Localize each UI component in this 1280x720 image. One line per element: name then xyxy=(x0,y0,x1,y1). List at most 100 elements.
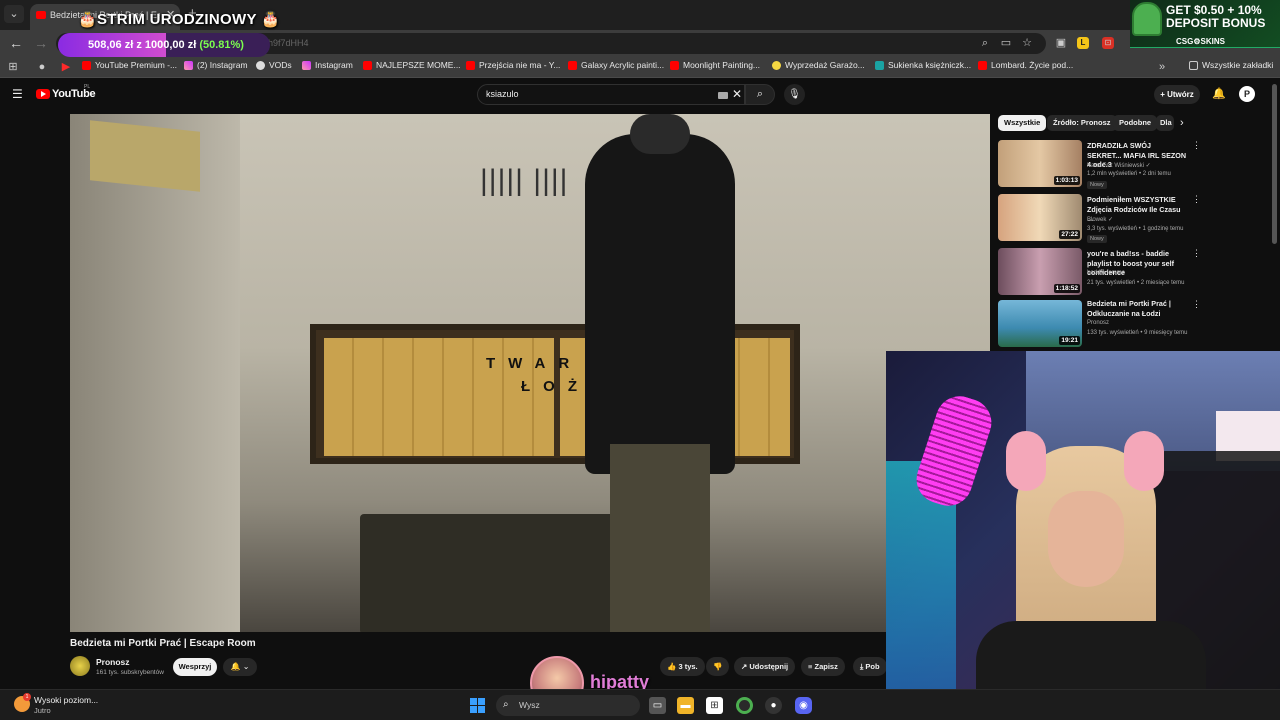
clear-search-icon[interactable]: ✕ xyxy=(732,87,742,101)
youtube-icon xyxy=(466,60,475,70)
rec-meta-4: 133 tys. wyświetleń • 9 miesięcy temu xyxy=(1087,330,1188,336)
play-triangle-icon xyxy=(41,91,46,97)
rec-channel-3[interactable]: baddie femme xyxy=(1087,270,1125,276)
bookmark-sukienka[interactable]: Sukienka księżniczk... xyxy=(875,60,971,70)
rec-title-4[interactable]: Bedzieta mi Portki Prać | Odkluczanie na… xyxy=(1087,299,1187,318)
video-wall xyxy=(70,114,240,632)
ad-brand: CSG⚙SKINS xyxy=(1176,37,1225,46)
search-input[interactable]: ksiazulo ✕ xyxy=(477,84,745,105)
weather-text[interactable]: Wysoki poziom... xyxy=(34,695,98,705)
rec-channel-2[interactable]: Blowek ✓ xyxy=(1087,216,1113,223)
chip-similar[interactable]: Podobne xyxy=(1113,115,1158,131)
bookmark-youtube-premium[interactable]: YouTube Premium -... xyxy=(82,60,177,70)
streamer-webcam xyxy=(886,351,1280,689)
save-playlist-icon: ≡ xyxy=(808,662,813,671)
rec-more-icon[interactable]: ⋮ xyxy=(1192,299,1201,310)
thumbs-up-icon: 👍 xyxy=(667,662,677,671)
folder-icon xyxy=(1189,60,1198,70)
youtube-bookmark-icon[interactable]: ▶ xyxy=(58,59,74,75)
discord-icon[interactable]: ◉ xyxy=(795,697,812,714)
like-button[interactable]: 👍 3 tys. xyxy=(660,657,705,676)
account-avatar[interactable]: P xyxy=(1239,86,1255,102)
windows-start-icon[interactable] xyxy=(470,698,485,713)
rec-more-icon[interactable]: ⋮ xyxy=(1192,140,1201,151)
youtube-header: ☰ YouTube PL ksiazulo ✕ ⌕ 🎙 + Utwórz 🔔 P xyxy=(0,78,1280,112)
webcam-shirt xyxy=(976,621,1206,689)
channel-avatar[interactable] xyxy=(70,656,90,676)
hamburger-menu-icon[interactable]: ☰ xyxy=(12,87,23,101)
share-button[interactable]: ↗ Udostępnij xyxy=(734,657,796,676)
bookmark-galaxy[interactable]: Galaxy Acrylic painti... xyxy=(568,60,664,70)
bookmark-moonlight[interactable]: Moonlight Painting... xyxy=(670,60,760,70)
rec-thumbnail-3[interactable]: 1:18:52 xyxy=(998,248,1082,295)
task-view-icon[interactable]: ▭ xyxy=(649,697,666,714)
ad-line-1: GET $0.50 + 10% xyxy=(1166,3,1262,17)
zoom-icon[interactable]: ⌕ xyxy=(977,35,993,51)
rec-channel-1[interactable]: Karol Friz Wiśniewski ✓ xyxy=(1087,162,1151,169)
chip-source-pronosz[interactable]: Źródło: Pronosz xyxy=(1047,115,1117,131)
chip-all[interactable]: Wszystkie xyxy=(998,115,1047,131)
search-button[interactable]: ⌕ xyxy=(745,84,775,105)
file-explorer-icon[interactable]: ▬ xyxy=(677,697,694,714)
forward-arrow-icon[interactable]: → xyxy=(34,35,48,51)
video-hoodie xyxy=(585,134,735,474)
voice-search-mic-icon[interactable]: 🎙 xyxy=(784,84,805,105)
channel-subscribers: 161 tys. subskrybentów xyxy=(96,669,164,676)
rec-more-icon[interactable]: ⋮ xyxy=(1192,248,1201,259)
all-bookmarks[interactable]: Wszystkie zakładki xyxy=(1189,60,1273,70)
ad-mascot xyxy=(1132,2,1162,36)
notifications-bell-icon[interactable]: 🔔 xyxy=(1212,87,1226,100)
bell-icon: 🔔 xyxy=(230,662,241,671)
stream-title-overlay: 🎂STRIM URODZINOWY 🎂 xyxy=(78,11,280,28)
bookmark-wyprzedaz[interactable]: Wyprzedaż Garażo... xyxy=(772,60,865,70)
chrome-icon[interactable] xyxy=(736,697,753,714)
windows-taskbar: 1 Wysoki poziom... Jutro ⌕ Wysz ▭ ▬ ⊞ ● … xyxy=(0,689,1280,720)
video-person xyxy=(575,114,740,632)
bookmark-vods[interactable]: VODs xyxy=(256,60,292,70)
video-head xyxy=(630,114,690,154)
page-scrollbar[interactable] xyxy=(1272,84,1277,244)
store-icon[interactable]: ⊞ xyxy=(706,697,723,714)
bookmarks-overflow-icon[interactable]: » xyxy=(1154,59,1170,75)
extension-l-icon[interactable]: L xyxy=(1077,37,1089,49)
back-arrow-icon[interactable]: ← xyxy=(9,35,23,51)
video-player[interactable]: ||||| |||| TWAR ŁOŻ xyxy=(70,114,990,632)
weather-badge: 1 xyxy=(23,693,31,701)
rec-more-icon[interactable]: ⋮ xyxy=(1192,194,1201,205)
search-icon: ⌕ xyxy=(756,88,764,100)
extension-icon[interactable]: ▣ xyxy=(1053,35,1069,51)
bookmark-instagram[interactable]: Instagram xyxy=(302,60,353,70)
subscription-bell-button[interactable]: 🔔 ⌄ xyxy=(223,658,257,676)
thumbs-down-icon: 👎 xyxy=(713,662,723,671)
video-pants xyxy=(610,444,710,632)
webcam-face xyxy=(1048,491,1124,587)
rec-thumbnail-2[interactable]: 27:22 xyxy=(998,194,1082,241)
extension-red-icon[interactable]: ⊡ xyxy=(1102,37,1114,49)
support-button[interactable]: Wesprzyj xyxy=(173,658,217,676)
dislike-button[interactable]: 👎 xyxy=(706,657,730,676)
taskbar-search[interactable]: ⌕ Wysz xyxy=(496,695,640,716)
tab-search-chevron-icon[interactable]: ⌄ xyxy=(4,5,24,23)
instagram-icon xyxy=(302,60,311,70)
apps-grid-icon[interactable]: ⊞ xyxy=(5,59,21,75)
chip-for-you[interactable]: Dla xyxy=(1156,115,1174,131)
bookmark-instagram-2[interactable]: (2) Instagram xyxy=(184,60,248,70)
create-button[interactable]: + Utwórz xyxy=(1154,85,1200,104)
bookmark-star-icon[interactable]: ☆ xyxy=(1019,35,1035,51)
save-button[interactable]: ≡ Zapisz xyxy=(801,657,845,676)
chevron-down-icon: ⌄ xyxy=(242,662,250,671)
cast-icon[interactable]: ▭ xyxy=(998,35,1014,51)
rec-thumbnail-1[interactable]: 1:03:13 xyxy=(998,140,1082,187)
youtube-icon xyxy=(568,60,577,70)
download-button[interactable]: ⤓ Pob xyxy=(853,657,887,676)
rec-channel-4[interactable]: Pronosz xyxy=(1087,320,1109,326)
bookmark-przejscia[interactable]: Przejścia nie ma - Y... xyxy=(466,60,560,70)
github-desktop-icon[interactable]: ● xyxy=(765,697,782,714)
channel-name[interactable]: Pronosz xyxy=(96,657,130,667)
chips-next-chevron-icon[interactable]: › xyxy=(1180,117,1184,129)
bookmark-lombard[interactable]: Lombard. Życie pod... xyxy=(978,60,1073,70)
github-icon[interactable]: ● xyxy=(34,59,50,75)
keyboard-icon[interactable] xyxy=(718,92,728,99)
bookmark-najlepsze[interactable]: NAJLEPSZE MOME... xyxy=(363,60,461,70)
rec-thumbnail-4[interactable]: 19:21 xyxy=(998,300,1082,347)
